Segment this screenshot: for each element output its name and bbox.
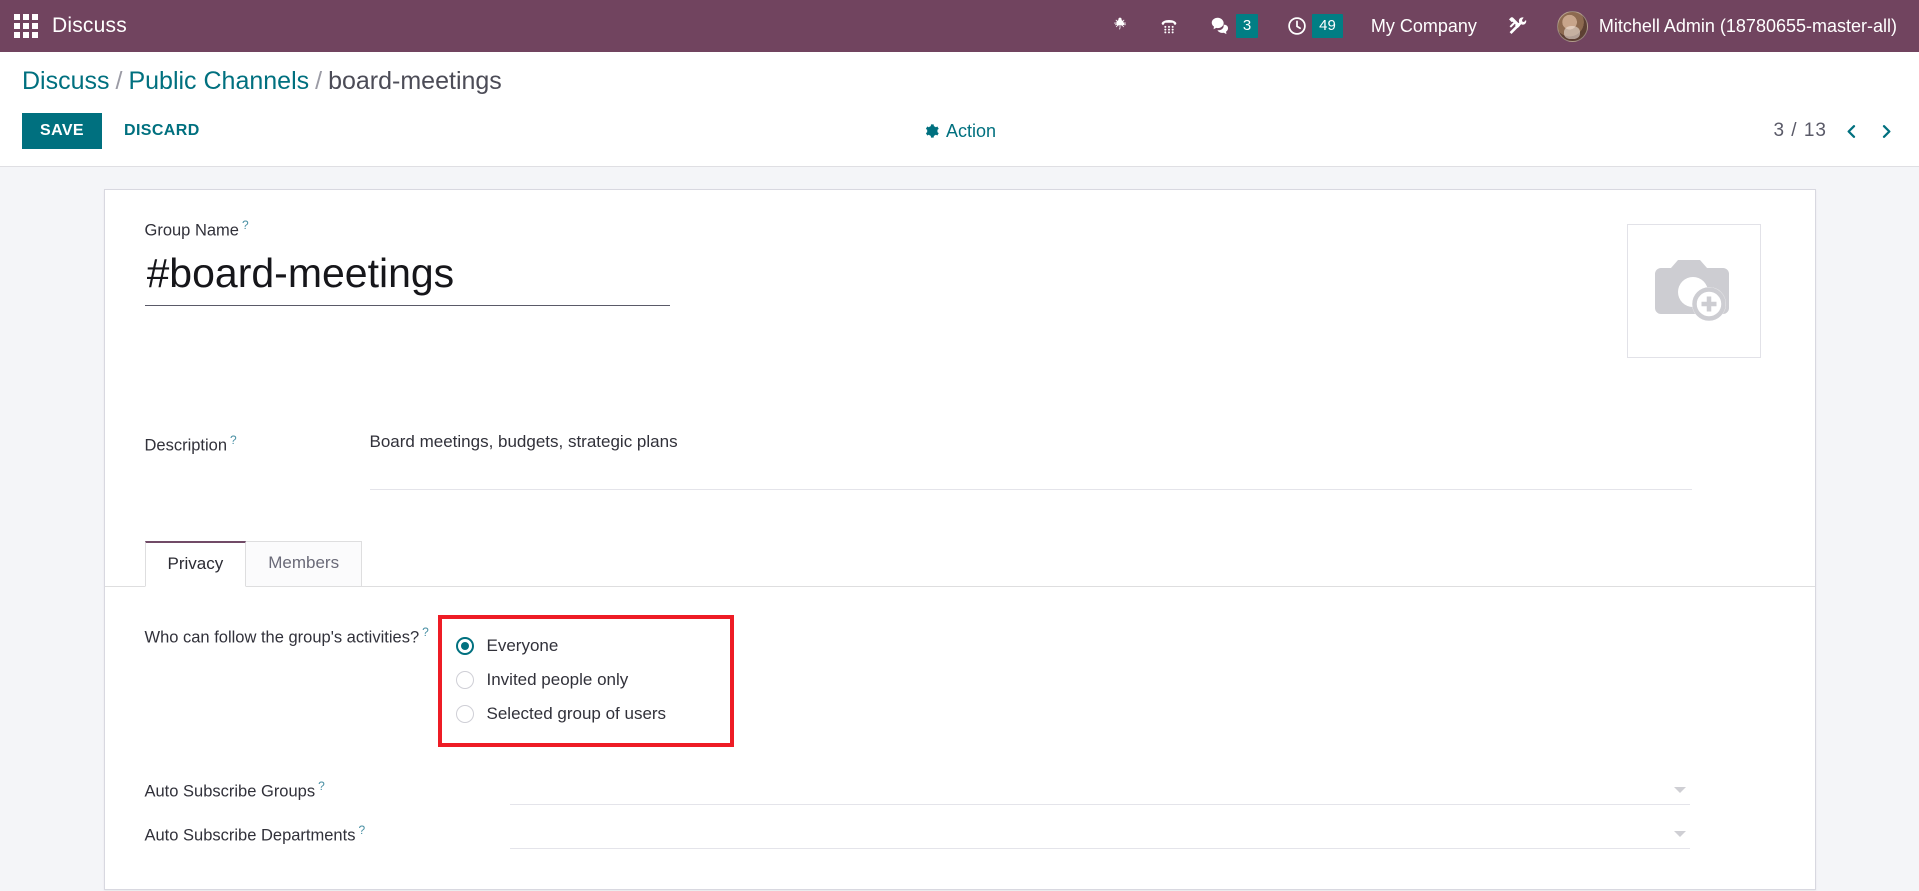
breadcrumb-item-public-channels[interactable]: Public Channels xyxy=(128,67,309,95)
tab-privacy[interactable]: Privacy xyxy=(144,541,247,587)
tab-members[interactable]: Members xyxy=(245,541,363,587)
group-name-input[interactable] xyxy=(144,248,670,307)
channel-image-placeholder[interactable] xyxy=(1626,224,1761,358)
chevron-right-icon[interactable] xyxy=(1876,122,1897,141)
privacy-radio-group: Everyone Invited people only Selected gr… xyxy=(437,615,734,747)
breadcrumb-item-discuss[interactable]: Discuss xyxy=(22,67,110,95)
user-menu[interactable]: Mitchell Admin (18780655-master-all) xyxy=(1543,0,1903,52)
description-input[interactable] xyxy=(369,430,1692,490)
phone-dialpad-icon[interactable] xyxy=(1144,0,1194,52)
auto-subscribe-groups-field: Auto Subscribe Groups? xyxy=(145,775,1775,805)
radio-option-selected-group-of-users[interactable]: Selected group of users xyxy=(455,697,708,731)
auto-subscribe-groups-label-wrap: Auto Subscribe Groups? xyxy=(145,779,510,801)
user-name: Mitchell Admin (18780655-master-all) xyxy=(1598,15,1897,36)
navbar-left: Discuss xyxy=(0,14,127,38)
camera-add-icon xyxy=(1654,260,1729,321)
app-title[interactable]: Discuss xyxy=(52,14,127,38)
radio-dot-invited-people-only xyxy=(455,671,474,689)
chevron-down-icon-departments[interactable] xyxy=(1673,830,1686,837)
chevron-left-icon[interactable] xyxy=(1841,122,1862,141)
privacy-tooltip-icon[interactable]: ? xyxy=(422,625,429,639)
description-label-wrap: Description? xyxy=(145,430,370,455)
control-panel-actions: SAVE DISCARD Action 3 / 13 xyxy=(22,112,1897,150)
messages-count-badge: 3 xyxy=(1235,14,1259,38)
top-navbar: Discuss 3 49 My Company Mitchell Admin (… xyxy=(0,0,1919,52)
breadcrumb-separator: / xyxy=(115,67,123,95)
auto-subscribe-departments-tooltip-icon[interactable]: ? xyxy=(358,823,365,837)
description-input-wrap xyxy=(369,430,1692,495)
company-switcher[interactable]: My Company xyxy=(1357,0,1491,52)
group-name-label: Group Name xyxy=(144,221,239,240)
radio-label-invited-people-only: Invited people only xyxy=(486,670,629,689)
pager-value: 3 / 13 xyxy=(1773,120,1827,141)
discard-button[interactable]: DISCARD xyxy=(110,113,214,149)
action-menu-button[interactable]: Action xyxy=(923,121,996,142)
breadcrumb-separator-2: / xyxy=(315,67,323,95)
auto-subscribe-departments-label-wrap: Auto Subscribe Departments? xyxy=(145,823,510,845)
radio-dot-selected-group-of-users xyxy=(455,705,474,723)
group-name-field: Group Name? xyxy=(144,218,1627,307)
description-tooltip-icon[interactable]: ? xyxy=(230,433,237,447)
chat-bubble-icon xyxy=(1211,17,1228,35)
group-name-label-wrap: Group Name? xyxy=(145,218,1627,240)
description-label: Description xyxy=(144,436,228,455)
form-view: Group Name? Description? xyxy=(0,167,1919,890)
privacy-field: Who can follow the group's activities?? … xyxy=(145,615,1775,747)
auto-subscribe-groups-input[interactable] xyxy=(509,775,1690,805)
radio-dot-everyone xyxy=(455,637,474,655)
privacy-label: Who can follow the group's activities? xyxy=(144,628,420,647)
action-menu-label: Action xyxy=(945,120,997,141)
group-name-tooltip-icon[interactable]: ? xyxy=(242,218,249,232)
auto-subscribe-groups-tooltip-icon[interactable]: ? xyxy=(318,779,325,793)
auto-subscribe-departments-field: Auto Subscribe Departments? xyxy=(145,819,1775,849)
bug-icon[interactable] xyxy=(1096,0,1144,52)
title-row: Group Name? xyxy=(144,218,1775,358)
notebook-tabs: Privacy Members xyxy=(144,541,1775,587)
form-sheet: Group Name? Description? xyxy=(103,189,1816,890)
auto-subscribe-departments-label: Auto Subscribe Departments xyxy=(144,826,356,845)
avatar xyxy=(1556,10,1588,42)
breadcrumb-current: board-meetings xyxy=(328,67,502,95)
breadcrumb: Discuss / Public Channels / board-meetings xyxy=(22,66,1897,96)
control-panel: Discuss / Public Channels / board-meetings S… xyxy=(0,52,1919,167)
company-name: My Company xyxy=(1370,15,1477,36)
activities-count-badge: 49 xyxy=(1312,14,1343,38)
messages-menu[interactable]: 3 xyxy=(1194,0,1272,52)
wrench-screwdriver-icon[interactable] xyxy=(1491,0,1543,52)
radio-option-invited-people-only[interactable]: Invited people only xyxy=(455,663,708,697)
navbar-right: 3 49 My Company Mitchell Admin (18780655… xyxy=(1096,0,1903,52)
privacy-label-wrap: Who can follow the group's activities?? xyxy=(145,615,430,647)
description-field: Description? xyxy=(145,430,1775,495)
gear-icon xyxy=(925,124,939,138)
radio-label-everyone: Everyone xyxy=(486,636,559,655)
chevron-down-icon-groups[interactable] xyxy=(1673,786,1686,793)
activities-menu[interactable]: 49 xyxy=(1272,0,1357,52)
clock-icon xyxy=(1288,17,1306,35)
auto-subscribe-groups-label: Auto Subscribe Groups xyxy=(144,782,316,801)
auto-subscribe-departments-input[interactable] xyxy=(509,819,1690,849)
record-pager: 3 / 13 xyxy=(1773,120,1897,142)
apps-grid-icon[interactable] xyxy=(14,14,38,38)
save-button[interactable]: SAVE xyxy=(22,113,102,149)
privacy-tab-page: Who can follow the group's activities?? … xyxy=(145,587,1775,849)
radio-label-selected-group-of-users: Selected group of users xyxy=(486,704,667,723)
radio-option-everyone[interactable]: Everyone xyxy=(455,629,708,663)
